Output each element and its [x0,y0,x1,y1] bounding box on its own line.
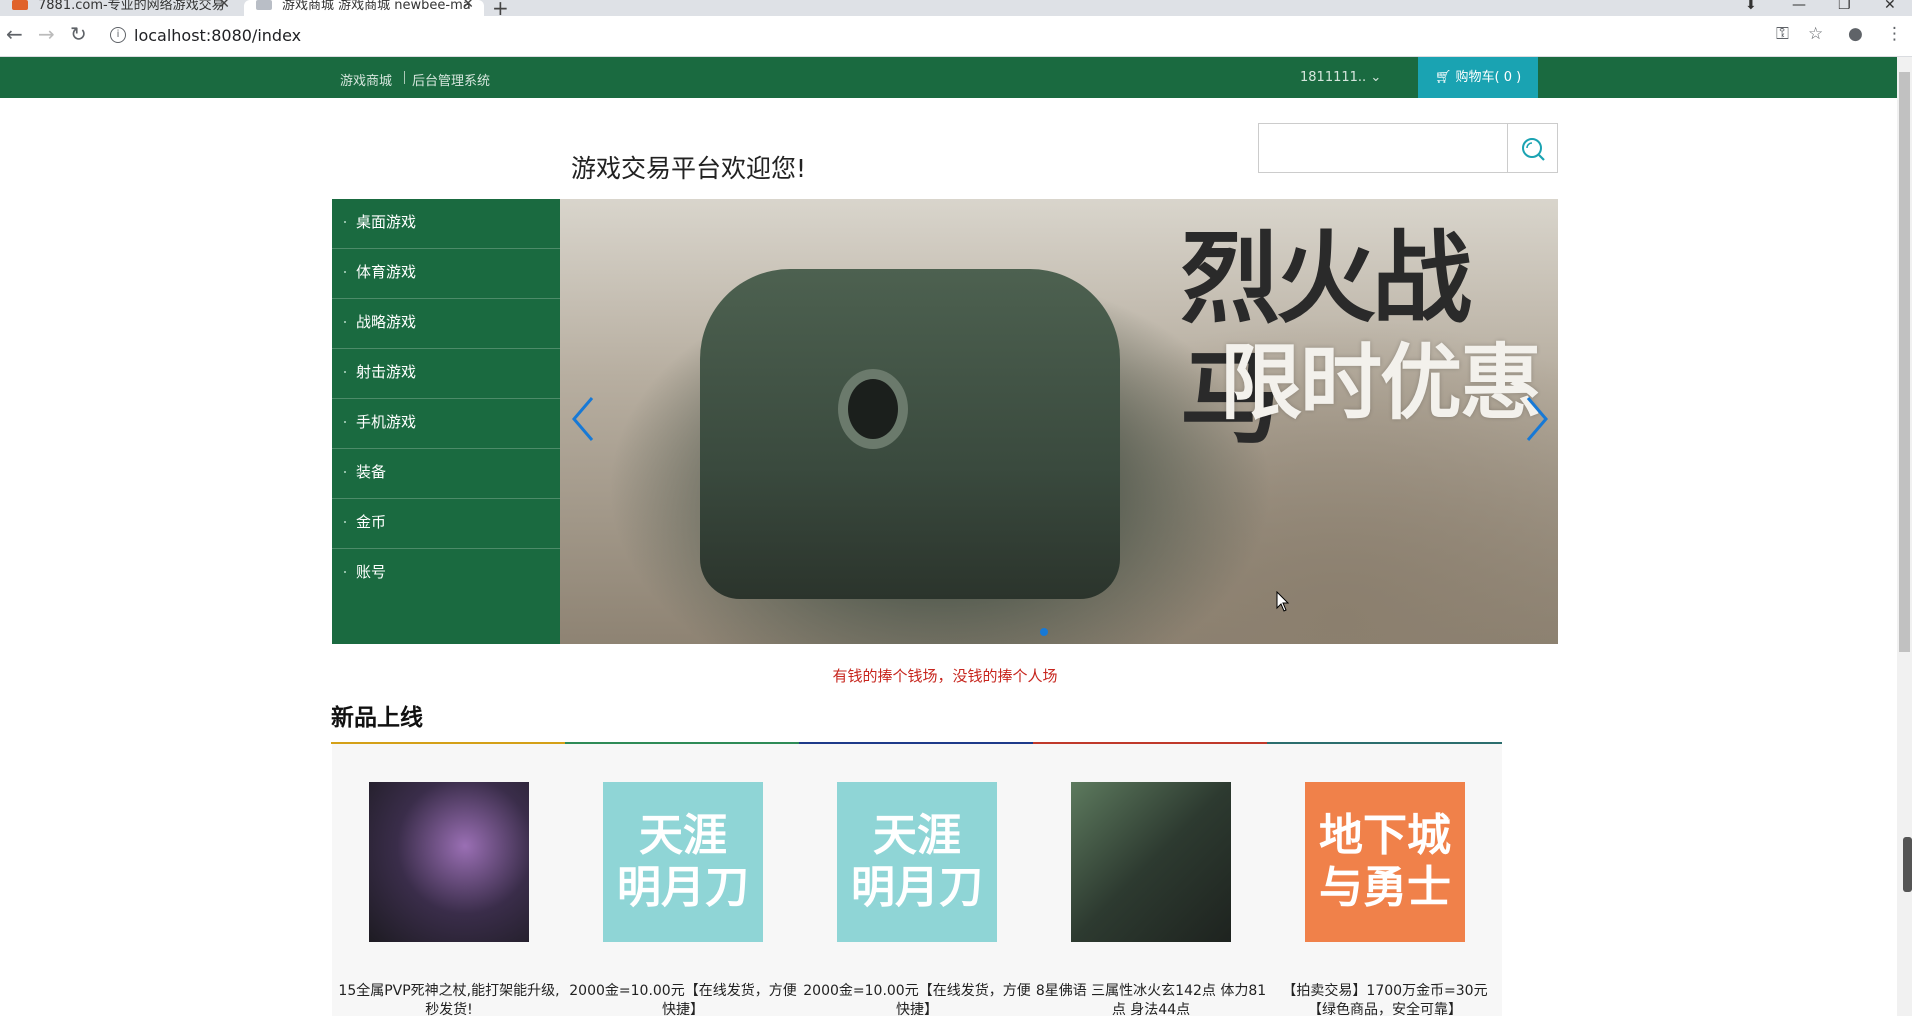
bullet-icon [344,421,346,423]
topbar-link-admin[interactable]: 后台管理系统 [412,70,490,89]
product-title[interactable]: 15全属PVP死神之杖,能打架能升级,秒发货! [332,982,566,1016]
bullet-icon [344,371,346,373]
section-title-new-products: 新品上线 [331,705,423,731]
forward-icon[interactable]: → [38,22,55,46]
topbar-link-shop[interactable]: 游戏商城 [340,70,392,89]
site-favicon-icon [12,0,28,10]
category-item[interactable]: 金币 [332,499,560,549]
browser-tab-bar: 7881.com-专业的网络游戏交易 ✕ 游戏商城 游戏商城 newbee-ma… [0,0,1912,20]
account-icon[interactable]: ● [1848,24,1863,44]
minimize-icon[interactable]: — [1792,0,1806,13]
banner-subheadline: 限时优惠 [1220,336,1542,431]
chevron-down-icon: ⌄ [1370,70,1382,85]
key-icon[interactable]: ⚿ [1776,24,1789,44]
site-topbar: 游戏商城 后台管理系统 1811111.. ⌄ 🛒︎ 购物车( 0 ) [0,57,1897,98]
product-image-text: 地下城 [1319,810,1451,861]
bullet-icon [344,271,346,273]
site-favicon-icon [256,0,272,10]
search-icon [1522,138,1545,161]
user-dropdown[interactable]: 1811111.. ⌄ [1300,70,1381,85]
scrollbar-thumb[interactable] [1899,72,1910,652]
bookmark-star-icon[interactable]: ☆ [1808,24,1823,44]
category-item[interactable]: 战略游戏 [332,299,560,349]
search-button[interactable] [1508,123,1558,173]
product-image[interactable]: 天涯 明月刀 [603,782,763,942]
bullet-icon [344,571,346,573]
browser-tab-shop[interactable]: 游戏商城 游戏商城 newbee-ma ✕ [244,0,484,16]
new-products-grid: 15全属PVP死神之杖,能打架能升级,秒发货! 天涯 明月刀 2000金=10.… [332,744,1502,1016]
bullet-icon [344,521,346,523]
reload-icon[interactable]: ↻ [70,22,87,46]
cart-icon: 🛒︎ [1434,70,1452,85]
side-panel-handle[interactable] [1903,837,1912,892]
product-image-text: 明月刀 [617,862,749,913]
category-item[interactable]: 体育游戏 [332,249,560,299]
cart-label: 购物车( 0 ) [1455,70,1522,85]
menu-dots-icon[interactable]: ⋮ [1886,24,1903,44]
carousel-prev-icon[interactable] [568,394,598,444]
back-icon[interactable]: ← [6,22,23,46]
bullet-icon [344,471,346,473]
product-title[interactable]: 8星佛语 三属性冰火玄142点 体力81点 身法44点 [1034,982,1268,1016]
close-tab-icon[interactable]: ✕ [218,0,230,11]
product-image[interactable] [369,782,529,942]
product-title[interactable]: 2000金=10.00元【在线发货，方便快捷】 [800,982,1034,1016]
banner-tank-image [700,269,1120,599]
address-bar: ← → ↻ i localhost:8080/index ⚿ ☆ ● ⋮ [0,16,1912,57]
tab-title: 游戏商城 游戏商城 newbee-ma [282,0,471,13]
mouse-cursor-icon [1276,591,1290,612]
carousel-dot[interactable] [1040,628,1048,636]
bullet-icon [344,221,346,223]
category-item[interactable]: 射击游戏 [332,349,560,399]
search-input[interactable] [1258,123,1508,173]
product-image[interactable]: 地下城 与勇士 [1305,782,1465,942]
product-image-text: 明月刀 [851,862,983,913]
category-item[interactable]: 账号 [332,549,560,599]
banner-carousel[interactable]: 烈火战马 限时优惠 [560,199,1558,644]
product-title[interactable]: 【拍卖交易】1700万金币=30元 【绿色商品，安全可靠】 [1268,982,1502,1016]
welcome-title: 游戏交易平台欢迎您! [571,154,807,183]
product-title[interactable]: 2000金=10.00元【在线发货，方便快捷】 [566,982,800,1016]
product-image[interactable]: 天涯 明月刀 [837,782,997,942]
browser-tab-7881[interactable]: 7881.com-专业的网络游戏交易 ✕ [0,0,240,16]
page-scrollbar[interactable] [1897,57,1912,1016]
site-info-icon[interactable]: i [110,27,126,43]
category-menu: 桌面游戏 体育游戏 战略游戏 射击游戏 手机游戏 装备 金币 账号 [332,199,560,644]
topbar-divider [404,71,405,84]
product-image-text: 与勇士 [1319,862,1451,913]
slogan-text: 有钱的捧个钱场，没钱的捧个人场 [832,667,1058,685]
product-image[interactable] [1071,782,1231,942]
cart-button[interactable]: 🛒︎ 购物车( 0 ) [1418,57,1538,98]
carousel-next-icon[interactable] [1522,394,1552,444]
close-tab-icon[interactable]: ✕ [462,0,474,11]
carousel-indicators [1040,621,1048,640]
category-item[interactable]: 装备 [332,449,560,499]
product-image-text: 天涯 [873,810,961,861]
category-item[interactable]: 桌面游戏 [332,199,560,249]
tab-title: 7881.com-专业的网络游戏交易 [38,0,225,13]
product-image-text: 天涯 [639,810,727,861]
banner-tank-barrel [838,369,908,449]
url-text[interactable]: localhost:8080/index [134,26,301,45]
bullet-icon [344,321,346,323]
profile-down-icon[interactable]: ⬇ [1745,0,1757,13]
maximize-icon[interactable]: ❐ [1838,0,1851,13]
username: 1811111.. [1300,70,1367,85]
close-window-icon[interactable]: ✕ [1884,0,1896,13]
category-item[interactable]: 手机游戏 [332,399,560,449]
